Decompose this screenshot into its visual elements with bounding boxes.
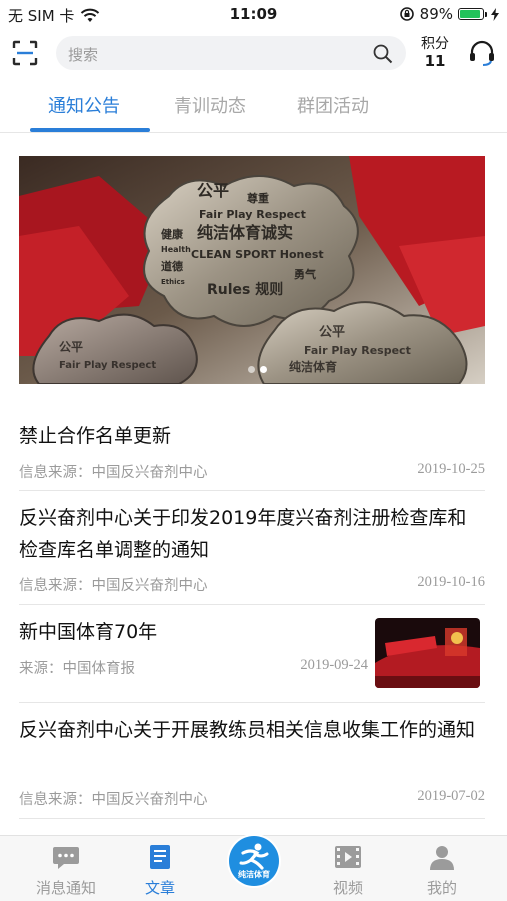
search-input[interactable]: 搜索 (56, 36, 406, 70)
news-source: 信息来源：中国反兴奋剂中心 (19, 465, 208, 481)
nav-articles[interactable]: 文章 (120, 836, 200, 901)
svg-text:CLEAN SPORT Honest: CLEAN SPORT Honest (191, 248, 324, 261)
charging-icon (491, 7, 499, 21)
top-header: 搜索 积分 11 (0, 32, 507, 74)
tab-group-activities[interactable]: 群团活动 (297, 92, 369, 118)
news-title: 禁止合作名单更新 (19, 425, 172, 447)
video-icon (335, 846, 361, 868)
news-item[interactable]: 新中国体育70年 来源：中国体育报 2019-09-24 (19, 616, 485, 703)
news-date: 2019-10-25 (417, 461, 485, 477)
headset-icon[interactable] (468, 40, 496, 66)
news-source: 信息来源：中国反兴奋剂中心 (19, 792, 208, 808)
svg-text:Fair Play Respect: Fair Play Respect (199, 208, 306, 221)
news-item[interactable]: 反兴奋剂中心关于印发2019年度兴奋剂注册检查库和检查库名单调整的通知 信息来源… (19, 502, 485, 605)
nav-label: 文章 (144, 879, 175, 897)
article-icon (150, 845, 170, 869)
carousel-dot[interactable] (248, 366, 255, 373)
status-bar: 无 SIM 卡 11:09 89% (0, 0, 507, 30)
rotation-lock-icon (399, 7, 414, 21)
tab-youth-training[interactable]: 青训动态 (174, 92, 246, 118)
nav-messages[interactable]: 消息通知 (26, 836, 106, 901)
svg-text:纯洁体育: 纯洁体育 (289, 359, 337, 374)
nav-label: 消息通知 (35, 879, 96, 897)
nav-videos[interactable]: 视频 (308, 836, 388, 901)
svg-text:勇气: 勇气 (294, 267, 316, 281)
search-placeholder: 搜索 (68, 46, 99, 64)
news-title: 反兴奋剂中心关于印发2019年度兴奋剂注册检查库和检查库名单调整的通知 (19, 507, 467, 561)
carousel-dot-active[interactable] (260, 366, 267, 373)
nav-center-label: 纯洁体育 (238, 870, 270, 879)
svg-text:公平: 公平 (319, 325, 345, 340)
svg-text:尊重: 尊重 (247, 191, 269, 205)
svg-text:Rules 规则: Rules 规则 (207, 281, 283, 298)
runner-logo-icon (239, 843, 269, 870)
news-thumbnail (375, 618, 480, 688)
news-date: 2019-07-02 (417, 788, 485, 804)
svg-text:Fair Play Respect: Fair Play Respect (59, 360, 156, 371)
message-icon (53, 847, 79, 869)
status-right: 89% (399, 5, 499, 23)
svg-text:Fair Play Respect: Fair Play Respect (304, 344, 411, 357)
news-source: 信息来源：中国反兴奋剂中心 (19, 578, 208, 594)
news-item[interactable]: 反兴奋剂中心关于开展教练员相关信息收集工作的通知 信息来源：中国反兴奋剂中心 2… (19, 714, 485, 819)
news-date: 2019-09-24 (300, 657, 368, 673)
svg-text:Health: Health (161, 245, 191, 254)
news-date: 2019-10-16 (417, 574, 485, 590)
nav-label: 我的 (426, 879, 457, 897)
svg-text:Ethics: Ethics (161, 278, 185, 286)
profile-icon (430, 846, 454, 870)
news-title: 反兴奋剂中心关于开展教练员相关信息收集工作的通知 (19, 719, 476, 741)
nav-center-button[interactable]: 纯洁体育 (229, 836, 279, 886)
banner-image: 公平 尊重 Fair Play Respect 健康 纯洁体育诚实 Health… (19, 156, 485, 384)
svg-text:健康: 健康 (161, 227, 184, 241)
points-label: 积分 (421, 36, 449, 52)
news-item[interactable]: 禁止合作名单更新 信息来源：中国反兴奋剂中心 2019-10-25 (19, 420, 485, 491)
svg-text:纯洁体育诚实: 纯洁体育诚实 (197, 223, 293, 242)
battery-percent: 89% (419, 5, 453, 23)
svg-text:道德: 道德 (161, 259, 183, 273)
active-tab-indicator (30, 128, 150, 132)
svg-text:公平: 公平 (197, 181, 229, 200)
tab-notices[interactable]: 通知公告 (48, 92, 120, 118)
nav-profile[interactable]: 我的 (402, 836, 482, 901)
scan-icon[interactable] (12, 40, 38, 66)
points-counter[interactable]: 积分 11 (416, 36, 454, 71)
news-source: 来源：中国体育报 (19, 661, 135, 677)
svg-text:公平: 公平 (59, 340, 83, 354)
banner-carousel[interactable]: 公平 尊重 Fair Play Respect 健康 纯洁体育诚实 Health… (19, 156, 485, 384)
nav-label: 视频 (332, 879, 363, 897)
category-tabs: 通知公告 青训动态 群团活动 (0, 84, 507, 133)
points-value: 11 (424, 52, 446, 70)
search-icon[interactable] (372, 43, 394, 65)
battery-icon (458, 8, 487, 20)
